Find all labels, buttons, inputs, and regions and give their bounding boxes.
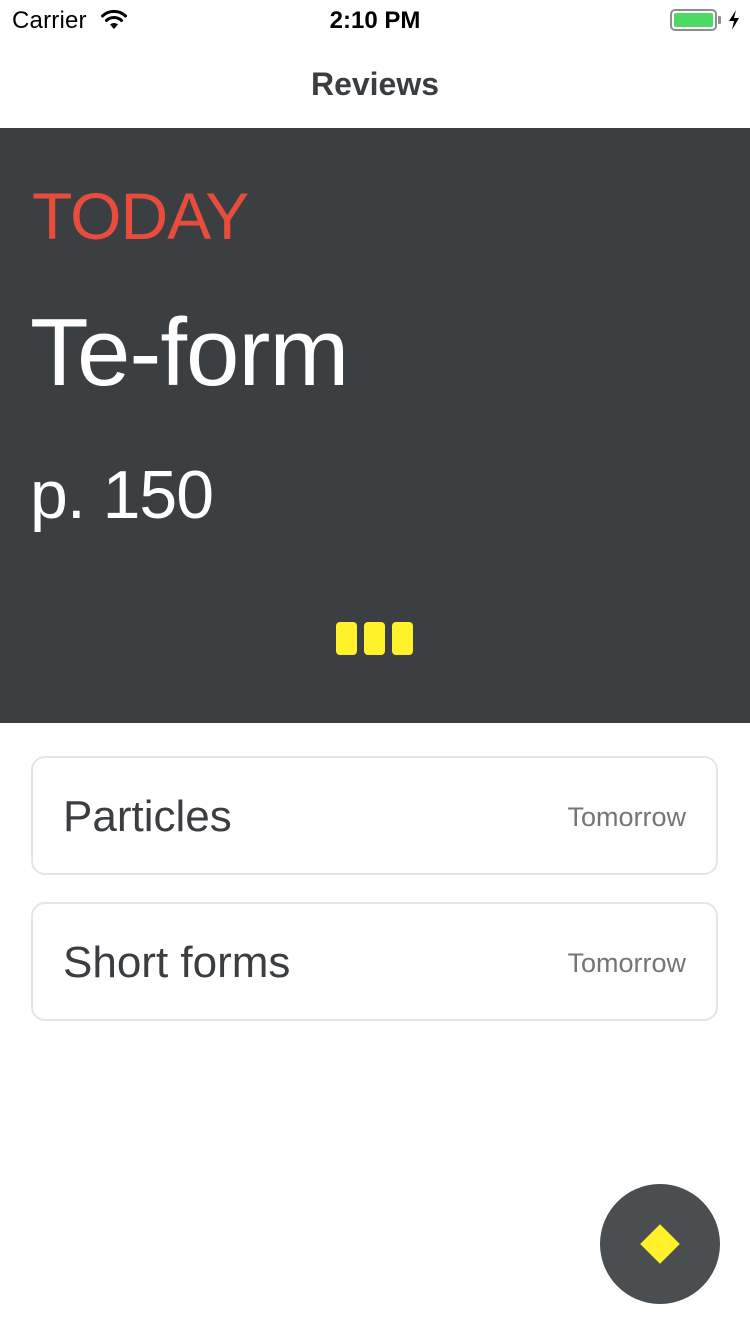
diamond-icon <box>640 1224 680 1264</box>
list-item-particles[interactable]: Particles Tomorrow <box>31 756 718 875</box>
review-name: Short forms <box>63 938 291 987</box>
review-due: Tomorrow <box>567 948 686 978</box>
battery-icon <box>670 9 721 31</box>
progress-block <box>336 622 357 655</box>
review-due: Tomorrow <box>567 802 686 832</box>
navigation-bar: Reviews <box>0 40 750 128</box>
review-title: Te-form <box>30 299 349 406</box>
today-label: TODAY <box>32 179 249 253</box>
page-title: Reviews <box>310 66 440 102</box>
progress-indicator <box>336 622 413 656</box>
page-reference: p. 150 <box>30 457 214 533</box>
floating-action-button[interactable] <box>600 1184 720 1304</box>
list-item-short-forms[interactable]: Short forms Tomorrow <box>31 902 718 1021</box>
progress-block <box>364 622 385 655</box>
reviews-screen: Carrier 2:10 PM Reviews TODAY Te-form p.… <box>0 0 750 1334</box>
progress-block <box>392 622 413 655</box>
status-bar: Carrier 2:10 PM <box>0 0 750 40</box>
charging-bolt-icon <box>729 10 739 30</box>
review-name: Particles <box>63 792 232 841</box>
clock: 2:10 PM <box>329 7 421 34</box>
today-review-card[interactable]: TODAY Te-form p. 150 <box>0 128 750 723</box>
